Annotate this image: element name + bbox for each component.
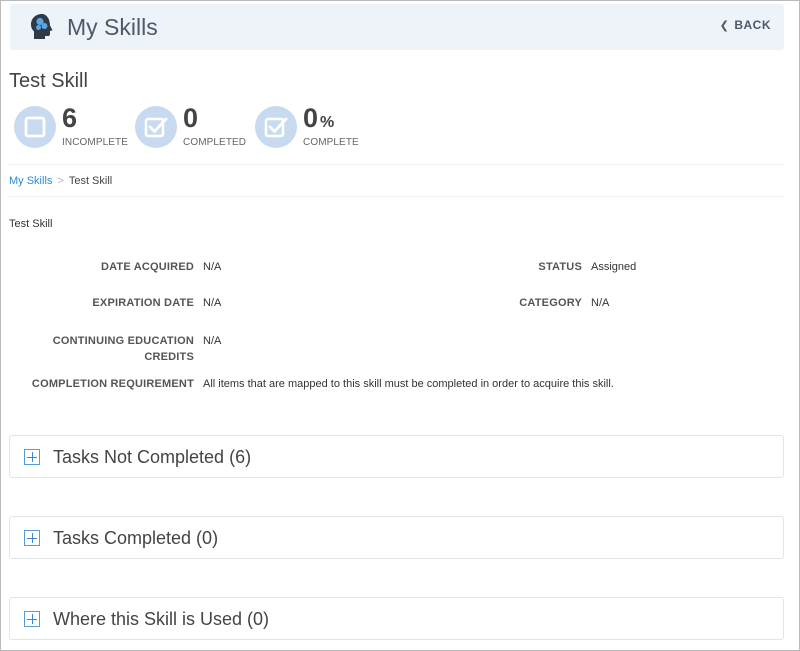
panel-tasks-completed[interactable]: Tasks Completed (0) <box>9 516 784 559</box>
stat-value: 0 <box>183 103 199 133</box>
checkbox-icon <box>264 117 288 138</box>
header-bar: My Skills ❮ BACK <box>10 4 784 50</box>
panel-tasks-not-completed[interactable]: Tasks Not Completed (6) <box>9 435 784 478</box>
skill-title: Test Skill <box>9 70 88 92</box>
stat-label: INCOMPLETE <box>62 137 129 148</box>
expand-plus-icon[interactable] <box>24 611 40 627</box>
panel-label: Tasks Not Completed (6) <box>53 447 252 467</box>
expand-plus-icon[interactable] <box>24 530 40 546</box>
panel-label: Where this Skill is Used (0) <box>53 609 270 629</box>
completion-requirement-value: All items that are mapped to this skill … <box>203 378 614 390</box>
stat-circle <box>255 106 297 148</box>
continuing-education-credits-label-line2: CREDITS <box>144 351 194 363</box>
back-button-label: BACK <box>734 18 771 32</box>
continuing-education-credits-label-line1: CONTINUING EDUCATION <box>52 335 194 347</box>
brain-head-icon <box>31 14 53 39</box>
stat-incomplete: 6 INCOMPLETE <box>14 103 134 150</box>
stats-row: 6 INCOMPLETE 0 COMPLETED 0% COMPLETE <box>14 103 414 150</box>
breadcrumb-link-my-skills[interactable]: My Skills <box>9 175 52 187</box>
back-button[interactable]: ❮ BACK <box>720 18 771 32</box>
stat-value: 6 <box>62 103 78 133</box>
percent-suffix: % <box>320 114 335 131</box>
skill-description: Test Skill <box>9 218 53 230</box>
app-title: My Skills <box>67 14 158 40</box>
expand-plus-icon[interactable] <box>24 449 40 465</box>
status-label: STATUS <box>538 261 582 273</box>
breadcrumb-current: Test Skill <box>68 175 113 187</box>
chevron-left-icon: ❮ <box>719 19 730 32</box>
continuing-education-credits-label: CONTINUING EDUCATION CREDITS <box>20 333 194 365</box>
category-value: N/A <box>591 297 610 309</box>
expiration-date-label: EXPIRATION DATE <box>92 297 194 309</box>
completion-requirement-label: COMPLETION REQUIREMENT <box>31 378 194 390</box>
panel-where-skill-used[interactable]: Where this Skill is Used (0) <box>9 597 784 640</box>
stat-circle <box>14 106 56 148</box>
divider <box>9 196 784 197</box>
category-label: CATEGORY <box>519 297 582 309</box>
stat-label: COMPLETED <box>183 137 247 148</box>
stat-completed: 0 COMPLETED <box>135 103 255 150</box>
stat-percent-complete: 0% COMPLETE <box>255 103 385 150</box>
status-value: Assigned <box>591 261 637 273</box>
continuing-education-credits-value: N/A <box>203 335 222 347</box>
divider <box>9 164 784 165</box>
stat-circle <box>135 106 177 148</box>
stat-value: 0% <box>303 103 335 133</box>
date-acquired-value: N/A <box>203 261 222 273</box>
breadcrumb-separator: > <box>57 175 64 187</box>
square-icon <box>24 116 46 138</box>
checkbox-icon <box>144 117 168 138</box>
breadcrumb: My Skills > Test Skill <box>9 175 112 187</box>
panel-label: Tasks Completed (0) <box>53 528 219 548</box>
stat-label: COMPLETE <box>303 137 359 148</box>
date-acquired-label: DATE ACQUIRED <box>100 261 194 273</box>
expiration-date-value: N/A <box>203 297 222 309</box>
